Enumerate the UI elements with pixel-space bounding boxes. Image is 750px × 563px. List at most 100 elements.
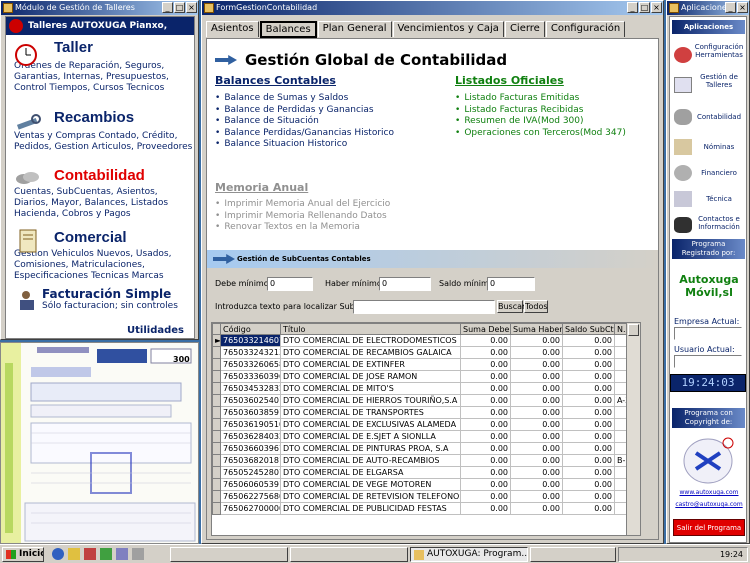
- table-cell[interactable]: 0.00: [510, 466, 563, 479]
- table-cell[interactable]: 0.00: [460, 466, 511, 479]
- app-contactos[interactable]: Contactos e Información: [672, 211, 746, 239]
- row-indicator[interactable]: [212, 454, 221, 467]
- table-cell[interactable]: 765036284032: [220, 430, 281, 443]
- table-cell[interactable]: DTO COMERCIAL DE MITO'S: [280, 382, 461, 395]
- row-indicator[interactable]: [212, 358, 221, 371]
- module-recambios[interactable]: Recambios Ventas y Compras Contado, Créd…: [6, 109, 194, 167]
- listado-item[interactable]: Listado Facturas Emitidas: [455, 93, 626, 105]
- table-cell[interactable]: 0.00: [510, 430, 563, 443]
- row-indicator[interactable]: [212, 382, 221, 395]
- table-cell[interactable]: 765060605391: [220, 478, 281, 491]
- table-cell[interactable]: 0.00: [562, 334, 615, 347]
- row-indicator[interactable]: [212, 346, 221, 359]
- row-indicator[interactable]: [212, 442, 221, 455]
- table-cell[interactable]: 0.00: [510, 478, 563, 491]
- close-icon[interactable]: ×: [186, 2, 197, 13]
- table-cell[interactable]: 765033214607: [220, 334, 281, 347]
- memoria-item[interactable]: Imprimir Memoria Rellenando Datos: [215, 211, 390, 223]
- app-icon[interactable]: [84, 548, 96, 560]
- table-row[interactable]: 765060605391 DTO COMERCIAL DE VEGE MOTORE…: [212, 478, 637, 491]
- minimize-icon[interactable]: _: [627, 2, 638, 13]
- tab-plan-general[interactable]: Plan General: [317, 21, 392, 37]
- module-taller[interactable]: Taller Ordenes de Reparación, Seguros, G…: [6, 39, 194, 109]
- row-indicator[interactable]: [212, 490, 221, 503]
- table-cell[interactable]: 0.00: [510, 382, 563, 395]
- center-window-titlebar[interactable]: FormGestionContabilidad _ □ ×: [202, 1, 663, 15]
- taskbar-item[interactable]: [290, 547, 408, 562]
- table-cell[interactable]: 0.00: [460, 406, 511, 419]
- table-cell[interactable]: 0.00: [510, 490, 563, 503]
- table-cell[interactable]: 0.00: [510, 358, 563, 371]
- table-row[interactable]: 765033360396 DTO COMERCIAL DE JOSE RAMON 0…: [212, 370, 637, 383]
- table-cell[interactable]: 0.00: [460, 370, 511, 383]
- table-cell[interactable]: DTO COMERCIAL DE EXCLUSIVAS ALAMEDA: [280, 418, 461, 431]
- balance-item[interactable]: Balance Perdidas/Ganancias Historico: [215, 128, 394, 140]
- balance-item[interactable]: Balance Situacion Historico: [215, 139, 394, 151]
- todos-button[interactable]: Todos: [524, 300, 548, 313]
- taskbar-item[interactable]: [170, 547, 288, 562]
- table-cell[interactable]: DTO COMERCIAL DE ELECTRODOMESTICOS: [280, 334, 461, 347]
- memoria-item[interactable]: Renovar Textos en la Memoria: [215, 222, 390, 234]
- table-cell[interactable]: 0.00: [460, 478, 511, 491]
- close-icon[interactable]: ×: [651, 2, 662, 13]
- debe-min-input[interactable]: 0: [267, 277, 313, 291]
- table-cell[interactable]: DTO COMERCIAL DE RETEVISION TELEFONOS: [280, 490, 461, 503]
- haber-min-input[interactable]: 0: [379, 277, 431, 291]
- row-indicator[interactable]: [212, 478, 221, 491]
- table-cell[interactable]: 0.00: [562, 418, 615, 431]
- module-contabilidad[interactable]: Contabilidad Cuentas, SubCuentas, Asient…: [6, 167, 194, 225]
- table-cell[interactable]: 0.00: [510, 334, 563, 347]
- table-cell[interactable]: 0.00: [562, 394, 615, 407]
- left-window-titlebar[interactable]: Módulo de Gestión de Talleres _ □ ×: [1, 1, 198, 15]
- table-cell[interactable]: 0.00: [510, 394, 563, 407]
- table-row[interactable]: 765036603967 DTO COMERCIAL DE PINTURAS PR…: [212, 442, 637, 455]
- module-facturacion[interactable]: Facturación Simple Sólo facturacion; sin…: [6, 287, 194, 317]
- table-cell[interactable]: 0.00: [562, 430, 615, 443]
- table-cell[interactable]: 0.00: [460, 430, 511, 443]
- app-nominas[interactable]: Nóminas: [672, 133, 746, 161]
- table-cell[interactable]: 0.00: [562, 370, 615, 383]
- email-link[interactable]: castro@autoxuga.com: [672, 501, 746, 508]
- table-cell[interactable]: 0.00: [460, 382, 511, 395]
- table-cell[interactable]: 765052452807: [220, 466, 281, 479]
- listado-item[interactable]: Listado Facturas Recibidas: [455, 105, 626, 117]
- row-indicator[interactable]: [212, 394, 221, 407]
- table-row[interactable]: 765036284032 DTO COMERCIAL DE E.SJET A SI…: [212, 430, 637, 443]
- app-contabilidad[interactable]: Contabilidad: [672, 103, 746, 131]
- listado-item[interactable]: Operaciones con Terceros(Mod 347): [455, 128, 626, 140]
- table-cell[interactable]: DTO COMERCIAL DE RECAMBIOS GALAICA: [280, 346, 461, 359]
- active-taskbar-item[interactable]: AUTOXUGA: Program...: [410, 547, 528, 562]
- module-comercial[interactable]: Comercial Gestion Vehiculos Nuevos, Usad…: [6, 229, 194, 285]
- listado-item[interactable]: Resumen de IVA(Mod 300): [455, 116, 626, 128]
- current-row-indicator-icon[interactable]: ►: [212, 334, 221, 347]
- app-financiero[interactable]: Financiero: [672, 159, 746, 187]
- table-cell[interactable]: 0.00: [562, 346, 615, 359]
- close-icon[interactable]: ×: [737, 2, 748, 13]
- buscar-button[interactable]: Buscar: [497, 300, 525, 313]
- table-cell[interactable]: DTO COMERCIAL DE PUBLICIDAD FESTAS: [280, 502, 461, 515]
- table-cell[interactable]: 765036820181: [220, 454, 281, 467]
- table-cell[interactable]: 0.00: [562, 466, 615, 479]
- vertical-scrollbar[interactable]: [626, 323, 640, 535]
- row-indicator[interactable]: [212, 406, 221, 419]
- table-cell[interactable]: 0.00: [460, 442, 511, 455]
- table-cell[interactable]: DTO COMERCIAL DE PINTURAS PROA, S.A: [280, 442, 461, 455]
- table-cell[interactable]: 0.00: [460, 454, 511, 467]
- scroll-up-icon[interactable]: [628, 324, 639, 336]
- table-cell[interactable]: DTO COMERCIAL DE ELGARSA: [280, 466, 461, 479]
- table-cell[interactable]: 0.00: [510, 346, 563, 359]
- table-cell[interactable]: 0.00: [562, 442, 615, 455]
- table-cell[interactable]: 0.00: [562, 454, 615, 467]
- table-cell[interactable]: DTO COMERCIAL DE E.SJET A SIONLLA: [280, 430, 461, 443]
- saldo-min-input[interactable]: 0: [487, 277, 535, 291]
- ie-icon[interactable]: [52, 548, 64, 560]
- table-cell[interactable]: 0.00: [562, 382, 615, 395]
- table-cell[interactable]: 765036025401: [220, 394, 281, 407]
- table-cell[interactable]: DTO COMERCIAL DE VEGE MOTOREN: [280, 478, 461, 491]
- tab-vencimientos[interactable]: Vencimientos y Caja: [392, 21, 504, 37]
- row-indicator[interactable]: [212, 418, 221, 431]
- table-cell[interactable]: 0.00: [460, 394, 511, 407]
- table-cell[interactable]: 0.00: [562, 490, 615, 503]
- table-cell[interactable]: 0.00: [510, 442, 563, 455]
- balance-item[interactable]: Balance de Situación: [215, 116, 394, 128]
